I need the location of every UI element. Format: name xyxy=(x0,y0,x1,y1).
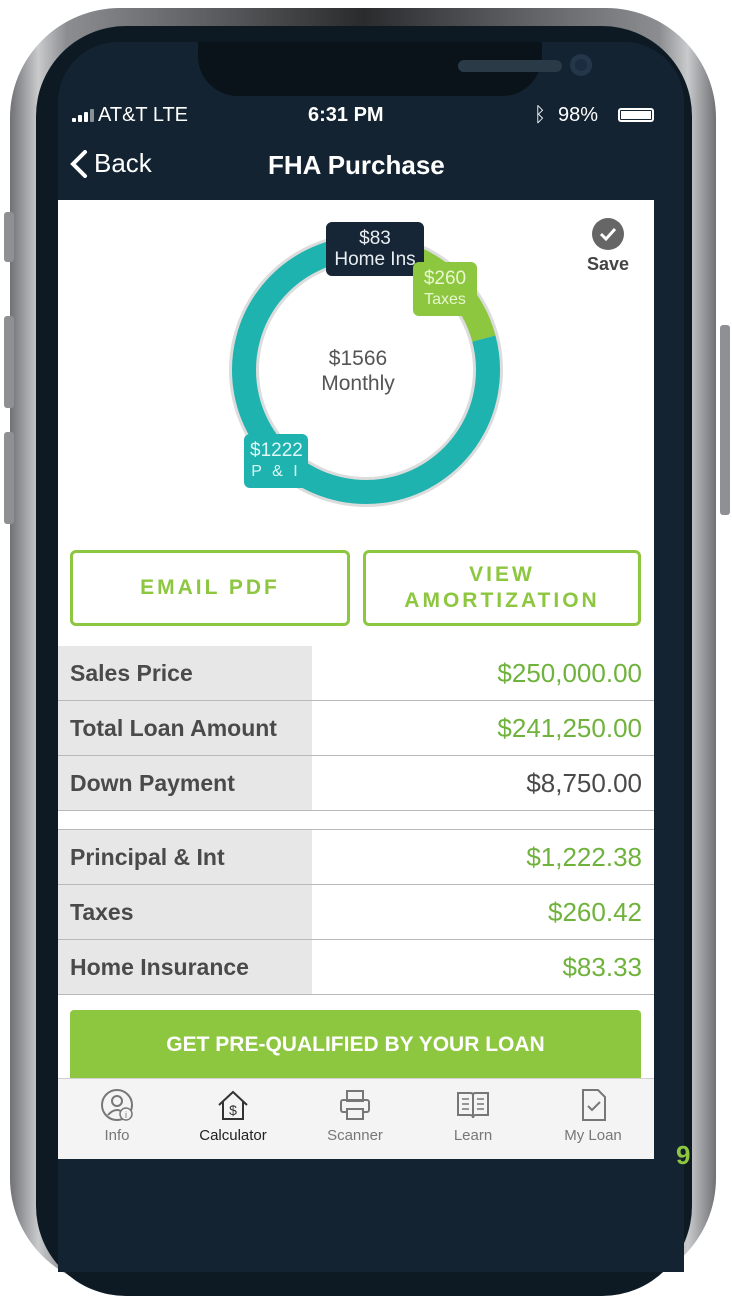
battery-icon xyxy=(618,108,654,122)
row-value: $8,750.00 xyxy=(312,755,654,811)
row-label: Sales Price xyxy=(58,646,312,701)
row-label: Down Payment xyxy=(58,755,312,811)
tab-my-loan[interactable]: My Loan xyxy=(538,1087,648,1144)
pi-label: $1222 P & I xyxy=(244,434,308,488)
status-bar: AT&T LTE 6:31 PM ᛒ 98% xyxy=(58,102,684,132)
table-row: Home Insurance $83.33 xyxy=(58,939,654,995)
tab-label: Scanner xyxy=(327,1127,383,1144)
tab-info[interactable]: i Info xyxy=(62,1087,172,1144)
taxes-label: $260 Taxes xyxy=(413,262,477,316)
get-prequalified-button[interactable]: GET PRE-QUALIFIED BY YOUR LOAN xyxy=(70,1010,641,1082)
home-ins-label: $83 Home Ins xyxy=(326,222,424,276)
table-row: Down Payment $8,750.00 xyxy=(58,755,654,811)
save-button[interactable]: Save xyxy=(578,218,638,275)
table-row: Taxes $260.42 xyxy=(58,884,654,940)
phone-volume-up xyxy=(4,316,14,408)
chart-center: $1566 Monthly xyxy=(298,346,418,396)
document-check-icon xyxy=(582,1089,606,1121)
monthly-total: $1566 xyxy=(328,347,388,370)
pi-value: $1222 xyxy=(250,440,303,461)
scanner-icon xyxy=(340,1090,370,1120)
back-button[interactable]: Back xyxy=(70,148,152,179)
tab-learn[interactable]: Learn xyxy=(418,1087,528,1144)
row-value: $1,222.38 xyxy=(312,829,654,885)
tab-scanner[interactable]: Scanner xyxy=(300,1087,410,1144)
pi-name: P & I xyxy=(251,463,301,480)
monthly-label: Monthly xyxy=(321,372,395,395)
chevron-left-icon xyxy=(70,149,87,178)
book-icon xyxy=(457,1092,489,1119)
row-value: $260.42 xyxy=(312,884,654,940)
carrier: AT&T LTE xyxy=(98,104,189,126)
notch xyxy=(198,42,592,96)
camera xyxy=(570,54,592,76)
phone-screen: AT&T LTE 6:31 PM ᛒ 98% Back FHA Purchase… xyxy=(58,42,684,1272)
loan-summary-table: Sales Price $250,000.00 Total Loan Amount… xyxy=(58,646,654,995)
row-label: Home Insurance xyxy=(58,939,312,995)
tab-label: My Loan xyxy=(564,1127,622,1144)
tab-label: Calculator xyxy=(199,1127,267,1144)
table-row: Principal & Int $1,222.38 xyxy=(58,829,654,885)
checkmark-icon xyxy=(592,218,624,250)
page-title: FHA Purchase xyxy=(268,150,445,180)
taxes-value: $260 xyxy=(423,268,467,289)
tab-label: Info xyxy=(104,1127,130,1144)
row-value: $250,000.00 xyxy=(312,646,654,701)
phone-volume-down xyxy=(4,432,14,524)
home-ins-value: $83 xyxy=(359,228,391,249)
taxes-name: Taxes xyxy=(424,291,466,308)
table-row: Sales Price $250,000.00 xyxy=(58,646,654,701)
home-ins-name: Home Ins xyxy=(334,249,416,270)
calculator-content: Save $1566 Monthly $83 Home Ins $260 Tax… xyxy=(58,200,654,1082)
clock: 6:31 PM xyxy=(308,104,384,126)
nav-bar: Back FHA Purchase xyxy=(58,144,684,188)
row-value: $83.33 xyxy=(312,939,654,995)
view-amortization-button[interactable]: VIEW AMORTIZATION xyxy=(363,550,641,626)
row-label: Taxes xyxy=(58,884,312,940)
tab-bar: i Info $ Calculator Scanner Learn My Loa… xyxy=(58,1078,654,1159)
page-number: 9 xyxy=(676,1140,691,1170)
svg-text:i: i xyxy=(125,1110,127,1120)
row-label: Principal & Int xyxy=(58,829,312,885)
row-divider xyxy=(58,810,654,830)
signal-icon xyxy=(72,108,94,122)
svg-text:$: $ xyxy=(229,1102,237,1118)
phone-power-button xyxy=(720,325,730,515)
info-icon: i xyxy=(101,1089,133,1121)
calculator-house-icon: $ xyxy=(218,1090,248,1120)
tab-label: Learn xyxy=(453,1127,493,1144)
save-label: Save xyxy=(586,254,630,274)
speaker xyxy=(458,60,562,72)
divider xyxy=(58,810,654,830)
table-row: Total Loan Amount $241,250.00 xyxy=(58,700,654,756)
row-value: $241,250.00 xyxy=(312,700,654,756)
email-pdf-button[interactable]: EMAIL PDF xyxy=(70,550,350,626)
phone-side-button xyxy=(4,212,14,262)
tab-calculator[interactable]: $ Calculator xyxy=(178,1087,288,1144)
battery-percent: 98% xyxy=(558,104,599,126)
row-label: Total Loan Amount xyxy=(58,700,312,756)
bluetooth-icon: ᛒ xyxy=(534,104,546,126)
back-label: Back xyxy=(94,148,152,178)
